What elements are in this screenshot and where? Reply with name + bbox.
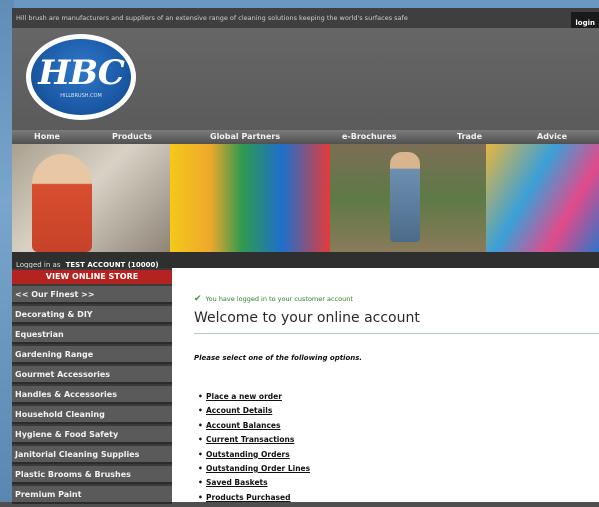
list-item: • Current Transactions bbox=[198, 435, 310, 449]
sidebar-item-gardening[interactable]: Gardening Range bbox=[12, 346, 172, 364]
account-balances-link[interactable]: Account Balances bbox=[206, 421, 280, 430]
success-text: You have logged in to your customer acco… bbox=[205, 295, 353, 303]
saved-baskets-link[interactable]: Saved Baskets bbox=[206, 478, 268, 487]
list-item: • Outstanding Order Lines bbox=[198, 464, 310, 478]
hbc-logo[interactable]: HBC HILLBRUSH.COM bbox=[26, 34, 136, 120]
current-transactions-link[interactable]: Current Transactions bbox=[206, 435, 294, 444]
view-online-store-button[interactable]: VIEW ONLINE STORE bbox=[12, 270, 172, 284]
instruction-text: Please select one of the following optio… bbox=[194, 354, 363, 362]
banner-panel-brushes bbox=[486, 144, 599, 252]
bullet-icon: • bbox=[198, 392, 203, 401]
nav-global-partners[interactable]: Global Partners bbox=[210, 130, 280, 144]
place-new-order-link[interactable]: Place a new order bbox=[206, 392, 282, 401]
checkmark-icon: ✔ bbox=[194, 294, 202, 304]
list-item: • Account Balances bbox=[198, 421, 310, 435]
site-header: HBC HILLBRUSH.COM bbox=[12, 28, 599, 130]
list-item: • Products Purchased bbox=[198, 493, 310, 507]
sidebar-item-plastic-brooms[interactable]: Plastic Brooms & Brushes bbox=[12, 466, 172, 484]
bullet-icon: • bbox=[198, 435, 203, 445]
sidebar-item-decorating[interactable]: Decorating & DIY bbox=[12, 306, 172, 324]
sidebar-item-premium-paint[interactable]: Premium Paint bbox=[12, 486, 172, 504]
sidebar: VIEW ONLINE STORE << Our Finest >> Decor… bbox=[12, 268, 172, 504]
nav-advice[interactable]: Advice bbox=[537, 130, 567, 144]
sidebar-item-janitorial[interactable]: Janitorial Cleaning Supplies bbox=[12, 446, 172, 464]
window-top-edge bbox=[0, 0, 599, 8]
products-purchased-link[interactable]: Products Purchased bbox=[206, 493, 290, 502]
bullet-icon: • bbox=[198, 463, 203, 473]
sweeper-figure bbox=[390, 152, 420, 242]
account-content: ✔ You have logged in to your customer acc… bbox=[172, 268, 599, 502]
bullet-icon: • bbox=[198, 478, 203, 488]
nav-trade[interactable]: Trade bbox=[457, 130, 482, 144]
list-item: • Account Details bbox=[198, 406, 310, 420]
list-item: • Outstanding Orders bbox=[198, 450, 310, 464]
sidebar-item-household[interactable]: Household Cleaning bbox=[12, 406, 172, 424]
main-nav: Home Products Global Partners e-Brochure… bbox=[12, 130, 599, 144]
sidebar-item-our-finest[interactable]: << Our Finest >> bbox=[12, 286, 172, 304]
bullet-icon: • bbox=[198, 492, 203, 502]
banner-panel-buckets bbox=[170, 144, 330, 252]
account-details-link[interactable]: Account Details bbox=[206, 406, 272, 415]
painter-figure bbox=[32, 154, 92, 252]
title-divider bbox=[194, 333, 599, 334]
banner-panel-painter bbox=[12, 144, 170, 252]
list-item: • Saved Baskets bbox=[198, 478, 310, 492]
login-success-message: ✔ You have logged in to your customer acc… bbox=[194, 294, 353, 304]
outstanding-order-lines-link[interactable]: Outstanding Order Lines bbox=[206, 464, 310, 473]
list-item: • Place a new order bbox=[198, 392, 310, 406]
nav-e-brochures[interactable]: e-Brochures bbox=[342, 130, 397, 144]
login-status-bar: Logged in as TEST ACCOUNT (10000) bbox=[12, 252, 599, 269]
outstanding-orders-link[interactable]: Outstanding Orders bbox=[206, 450, 290, 459]
sidebar-item-equestrian[interactable]: Equestrian bbox=[12, 326, 172, 344]
bullet-icon: • bbox=[198, 449, 203, 459]
bullet-icon: • bbox=[198, 420, 203, 430]
banner-panel-sweeper bbox=[330, 144, 486, 252]
sidebar-item-hygiene[interactable]: Hygiene & Food Safety bbox=[12, 426, 172, 444]
nav-products[interactable]: Products bbox=[112, 130, 152, 144]
banner-image bbox=[12, 144, 599, 252]
account-options-list: • Place a new order • Account Details • Acc… bbox=[198, 392, 310, 507]
page-title: Welcome to your online account bbox=[194, 310, 420, 326]
web-page: Hill brush are manufacturers and supplie… bbox=[12, 8, 599, 504]
nav-home[interactable]: Home bbox=[34, 130, 60, 144]
logo-text: HBC bbox=[38, 53, 125, 93]
sidebar-item-handles[interactable]: Handles & Accessories bbox=[12, 386, 172, 404]
login-link[interactable]: login bbox=[571, 12, 599, 28]
logo-url: HILLBRUSH.COM bbox=[60, 93, 102, 99]
bullet-icon: • bbox=[198, 406, 203, 416]
tagline-text: Hill brush are manufacturers and supplie… bbox=[16, 14, 408, 22]
logo-emblem: HBC HILLBRUSH.COM bbox=[31, 39, 131, 115]
tagline-bar: Hill brush are manufacturers and supplie… bbox=[12, 8, 599, 28]
sidebar-item-gourmet[interactable]: Gourmet Accessories bbox=[12, 366, 172, 384]
